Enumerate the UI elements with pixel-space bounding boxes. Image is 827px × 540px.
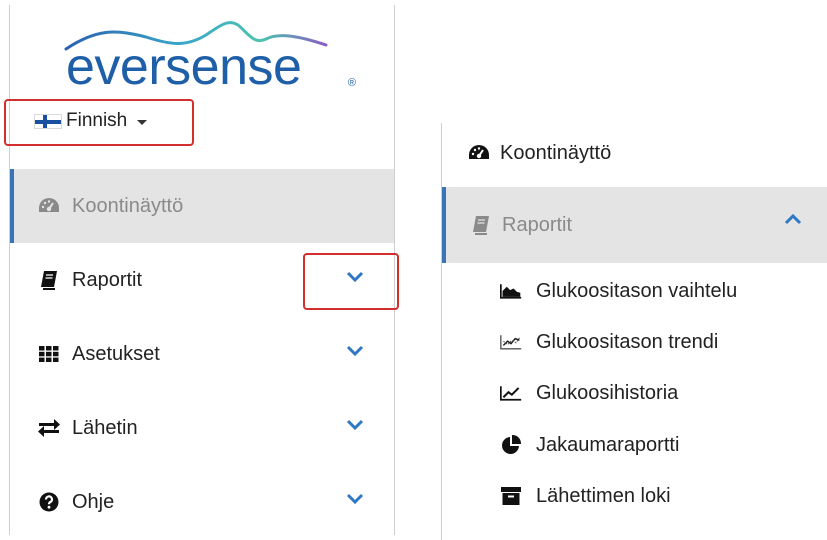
language-highlight-box <box>4 99 194 146</box>
chevron-down-icon[interactable] <box>346 493 364 505</box>
sidebar-item-dashboard[interactable]: Koontinäyttö <box>10 169 394 243</box>
submenu-item-label: Jakaumaraportti <box>536 433 680 456</box>
submenu-item-transmitter-log[interactable]: Lähettimen loki <box>442 476 827 516</box>
sidebar-item-label: Lähetin <box>72 416 138 439</box>
logo-registered-mark: ® <box>347 77 356 89</box>
submenu-item-label: Lähettimen loki <box>536 484 671 507</box>
grid-icon <box>38 343 60 365</box>
dashboard-gauge-icon <box>38 195 60 217</box>
menu-item-reports[interactable]: Raportit <box>442 187 827 263</box>
sidebar-item-label: Koontinäyttö <box>72 194 184 217</box>
sidebar-item-transmitter[interactable]: Lähetin <box>10 391 394 465</box>
book-icon <box>470 214 492 236</box>
chevron-up-icon[interactable] <box>784 213 802 225</box>
sidebar-item-label: Raportit <box>72 268 143 291</box>
book-icon <box>38 269 60 291</box>
menu-item-label: Raportit <box>502 213 573 236</box>
reports-chevron-highlight-box <box>303 253 399 310</box>
question-circle-icon <box>38 491 60 513</box>
line-chart-icon <box>500 382 522 404</box>
menu-item-dashboard[interactable]: Koontinäyttö <box>442 135 827 171</box>
submenu-item-label: Glukoositason trendi <box>536 330 719 353</box>
sidebar-item-help[interactable]: Ohje <box>10 465 394 539</box>
submenu-item-glucose-variability[interactable]: Glukoositason vaihtelu <box>442 271 827 311</box>
expanded-menu-panel: Koontinäyttö Raportit Glukoositason vaih… <box>441 123 827 540</box>
menu-item-label: Koontinäyttö <box>500 141 612 164</box>
eversense-logo: eversense ® <box>56 15 356 97</box>
logo-text: eversense <box>66 38 302 96</box>
chevron-down-icon[interactable] <box>346 345 364 357</box>
submenu-item-distribution-report[interactable]: Jakaumaraportti <box>442 425 827 465</box>
archive-box-icon <box>500 485 522 507</box>
submenu-item-glucose-history[interactable]: Glukoosihistoria <box>442 373 827 413</box>
area-chart-icon <box>500 280 522 302</box>
submenu-item-glucose-trend[interactable]: Glukoositason trendi <box>442 322 827 362</box>
sidebar-item-label: Asetukset <box>72 342 160 365</box>
submenu-item-label: Glukoositason vaihtelu <box>536 279 738 302</box>
pie-chart-icon <box>500 434 522 456</box>
sidebar-item-settings[interactable]: Asetukset <box>10 317 394 391</box>
sidebar-item-label: Ohje <box>72 490 115 513</box>
exchange-arrows-icon <box>38 417 60 439</box>
dashboard-gauge-icon <box>468 142 490 164</box>
chevron-down-icon[interactable] <box>346 419 364 431</box>
scatter-trend-icon <box>500 331 522 353</box>
submenu-item-label: Glukoosihistoria <box>536 381 679 404</box>
